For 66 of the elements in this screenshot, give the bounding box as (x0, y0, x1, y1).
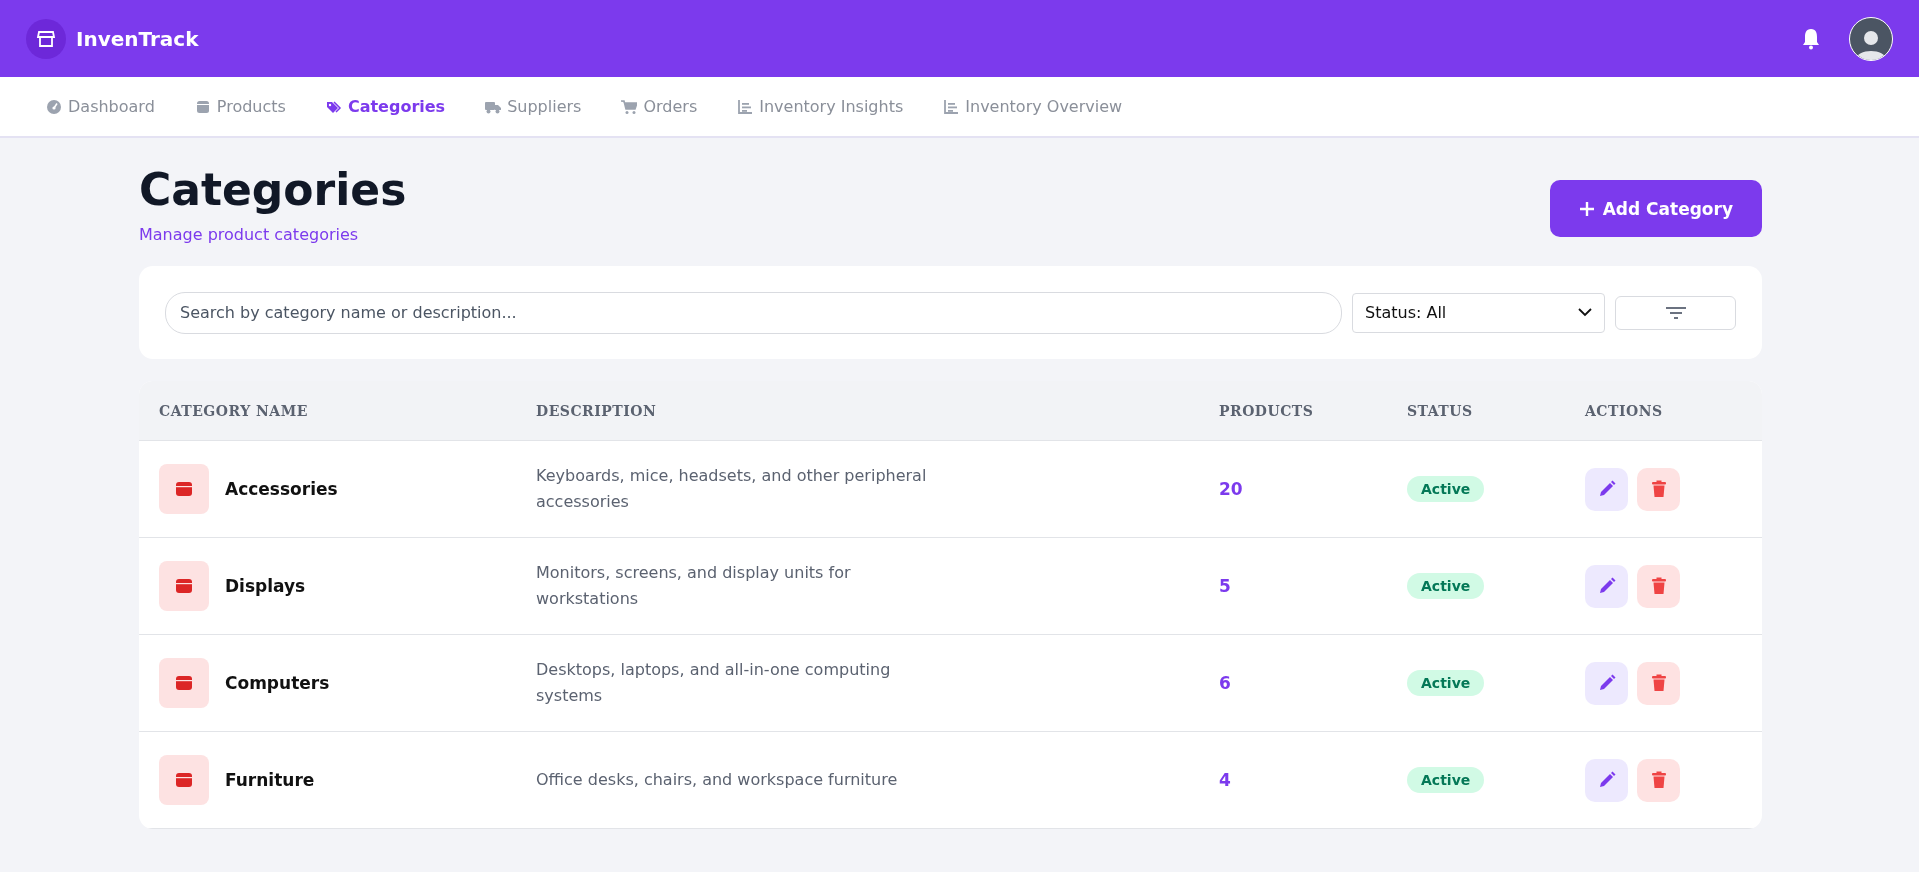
nav-tab[interactable]: Products (194, 97, 286, 116)
status-dropdown[interactable]: Status: All (1352, 292, 1605, 333)
cart-icon (621, 98, 638, 115)
chart-icon (943, 98, 960, 115)
avatar-icon[interactable] (1849, 16, 1893, 61)
nav-tab[interactable]: Inventory Overview (943, 97, 1123, 116)
search-field[interactable]: Search by category name or description... (165, 291, 1342, 334)
product-count: 4 (1219, 770, 1231, 790)
column-header: DESCRIPTION (535, 402, 658, 419)
edit-button[interactable] (1585, 467, 1628, 511)
nav-tab[interactable]: Dashboard (46, 97, 155, 116)
box-icon (159, 658, 209, 708)
status-badge: Active (1407, 767, 1485, 793)
app-name: InvenTrack (76, 26, 200, 51)
category-description: Monitors, screens, and display units for workstations (536, 562, 852, 610)
category-description: Office desks, chairs, and workspace furniture (536, 769, 899, 791)
column-header: STATUS (1406, 402, 1474, 419)
product-count: 20 (1219, 479, 1243, 499)
trash-icon (1650, 771, 1667, 789)
product-count: 6 (1219, 673, 1231, 693)
edit-button[interactable] (1585, 564, 1628, 608)
box-icon (159, 464, 209, 514)
bell-icon[interactable] (1801, 27, 1821, 50)
box-icon (159, 561, 209, 611)
delete-button[interactable] (1637, 467, 1680, 511)
category-name: Computers (225, 673, 330, 693)
edit-button[interactable] (1585, 758, 1628, 802)
page-title: Categories (139, 164, 407, 215)
status-badge: Active (1407, 573, 1485, 599)
chevron-down-icon (1578, 308, 1592, 317)
filter-icon (1664, 305, 1687, 320)
chart-icon (737, 98, 754, 115)
delete-button[interactable] (1637, 661, 1680, 705)
box-icon (194, 98, 211, 115)
edit-button[interactable] (1585, 661, 1628, 705)
box-icon (159, 755, 209, 805)
pencil-icon (1597, 771, 1616, 789)
category-name: Displays (225, 576, 306, 596)
category-name: Accessories (225, 479, 338, 499)
trash-icon (1650, 577, 1667, 595)
trash-icon (1650, 674, 1667, 692)
column-header: ACTIONS (1584, 402, 1664, 419)
nav-tab[interactable]: Orders (621, 97, 698, 116)
nav-tab[interactable]: Suppliers (485, 97, 582, 116)
column-header: PRODUCTS (1218, 402, 1315, 419)
product-count: 5 (1219, 576, 1231, 596)
trash-icon (1650, 480, 1667, 498)
delete-button[interactable] (1637, 758, 1680, 802)
nav-tab[interactable]: Categories (325, 97, 446, 116)
category-name: Furniture (225, 770, 315, 790)
category-description: Desktops, laptops, and all-in-one computing systems (536, 659, 892, 707)
add-category-button[interactable]: Add Category (1549, 180, 1762, 237)
column-header: CATEGORY NAME (158, 402, 309, 419)
pencil-icon (1597, 480, 1616, 498)
nav-tab[interactable]: Inventory Insights (737, 97, 904, 116)
pencil-icon (1597, 674, 1616, 692)
pencil-icon (1597, 577, 1616, 595)
tags-icon (325, 98, 342, 115)
delete-button[interactable] (1637, 564, 1680, 608)
category-description: Keyboards, mice, headsets, and other peripheral accessories (536, 465, 928, 513)
page-subtitle: Manage product categories (139, 225, 360, 244)
store-icon (26, 18, 66, 59)
status-badge: Active (1407, 476, 1485, 502)
plus-icon (1578, 200, 1595, 217)
gauge-icon (46, 98, 62, 115)
status-badge: Active (1407, 670, 1485, 696)
